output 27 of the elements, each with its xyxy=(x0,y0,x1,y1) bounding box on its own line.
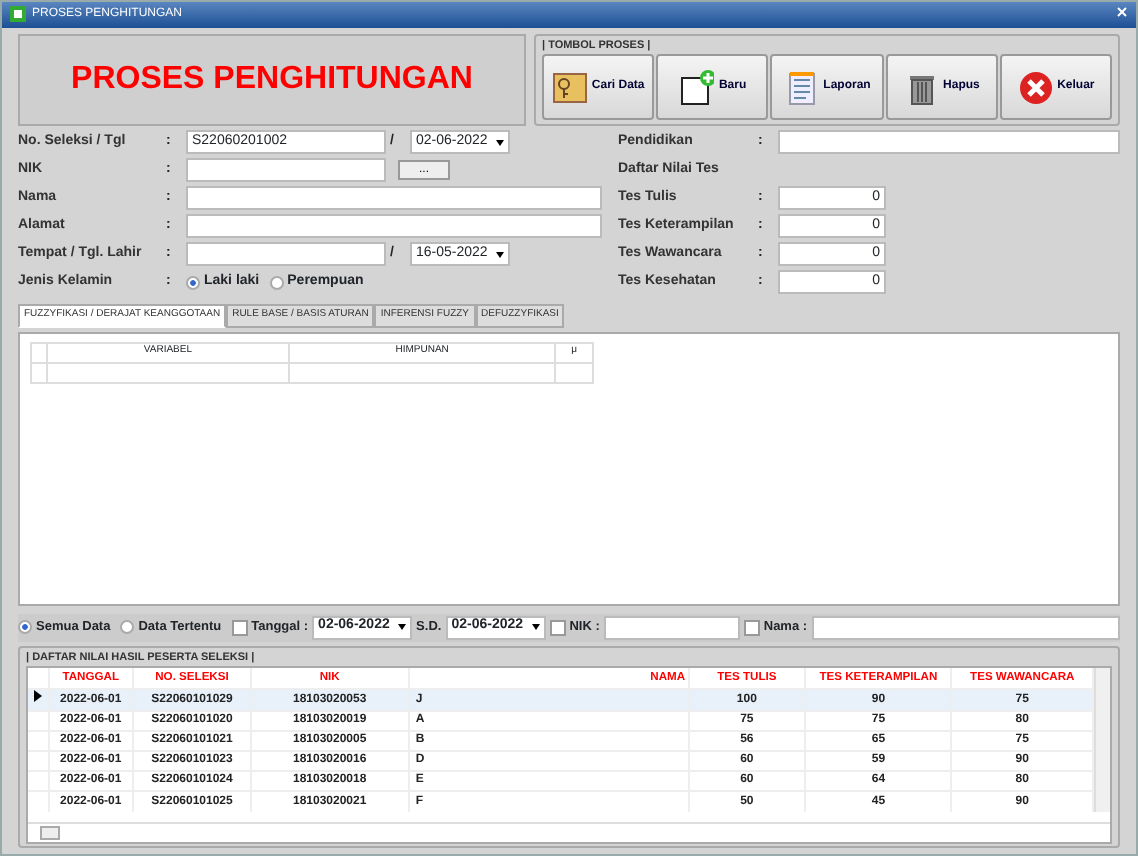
radio-button[interactable] xyxy=(120,620,135,634)
dropdown-caret-icon xyxy=(496,251,504,257)
horizontal-scrollbar[interactable] xyxy=(28,822,1110,842)
input-field[interactable] xyxy=(778,130,1120,154)
checkbox[interactable] xyxy=(743,619,760,635)
new-document-icon xyxy=(678,69,715,106)
app-icon xyxy=(10,5,26,25)
input-field[interactable] xyxy=(186,214,602,238)
input-field[interactable] xyxy=(186,242,386,266)
radio-button[interactable] xyxy=(186,275,200,289)
input-field[interactable] xyxy=(186,158,386,182)
dropdown-caret-icon xyxy=(398,624,407,630)
dropdown-caret-icon xyxy=(531,624,540,630)
radio-button[interactable] xyxy=(269,275,284,289)
close-icon xyxy=(1017,69,1054,106)
radio-button[interactable] xyxy=(18,620,32,634)
input-field[interactable] xyxy=(186,186,602,210)
report-icon xyxy=(783,69,820,106)
page-heading: PROSES PENGHITUNGAN xyxy=(18,34,526,126)
row-pointer-icon xyxy=(33,690,42,703)
dropdown-caret-icon xyxy=(496,139,504,145)
checkbox[interactable] xyxy=(231,619,248,635)
input-field[interactable] xyxy=(603,615,740,639)
checkbox[interactable] xyxy=(549,619,566,635)
vertical-scrollbar[interactable] xyxy=(1094,667,1110,812)
key-card-icon xyxy=(551,69,588,106)
input-field[interactable] xyxy=(811,615,1120,639)
